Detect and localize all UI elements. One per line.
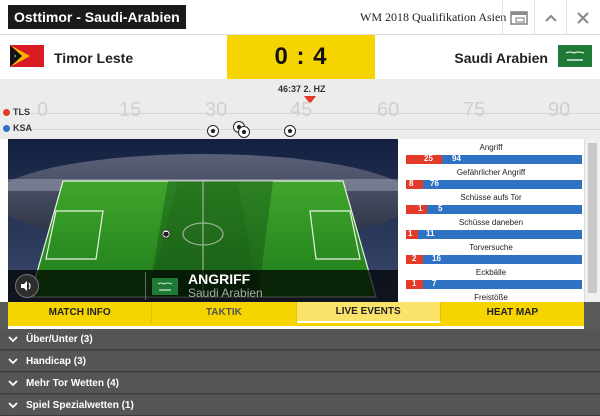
stat-bar: 1 7	[406, 279, 582, 289]
collapse-button[interactable]	[534, 0, 566, 35]
football-icon[interactable]	[284, 125, 296, 137]
away-code-text: KSA	[13, 123, 33, 133]
home-code-label: TLS	[3, 107, 30, 117]
market-label: Spiel Spezialwetten (1)	[26, 399, 134, 411]
home-team-name: Timor Leste	[54, 50, 134, 66]
football-icon[interactable]	[238, 126, 250, 138]
stat-label: Eckbälle	[475, 268, 507, 277]
match-widget: Osttimor - Saudi-Arabien WM 2018 Qualifi…	[0, 0, 600, 416]
away-code-label: KSA	[3, 123, 32, 133]
competition-name: WM 2018 Qualifikation Asien	[360, 10, 507, 24]
chevron-down-icon	[0, 401, 26, 409]
match-timeline: 46:37 2. HZ 0 15 30 45 60 75 90 TLS KSA	[0, 79, 600, 139]
stat-away-value: 7	[432, 279, 437, 288]
stat-home-segment	[406, 205, 427, 214]
saudi-arabia-flag-icon	[558, 45, 592, 67]
layout-toggle-button[interactable]	[502, 0, 534, 35]
market-label: Mehr Tor Wetten (4)	[26, 377, 119, 389]
scrollbar-thumb[interactable]	[588, 143, 597, 293]
stat-home-value: 1	[408, 229, 413, 238]
tabs-right-gutter	[584, 302, 600, 329]
tab-live-events[interactable]: LIVE EVENTS	[296, 302, 441, 323]
tab-match-info[interactable]: MATCH INFO	[8, 302, 153, 323]
view-tabs: MATCH INFO TAKTIK LIVE EVENTS HEAT MAP	[8, 302, 584, 326]
saudi-arabia-flag-icon	[152, 278, 178, 295]
away-track-line	[30, 129, 600, 130]
stat-away-value: 11	[426, 229, 435, 238]
stat-home-value: 25	[424, 154, 433, 163]
home-dot-icon	[3, 108, 10, 116]
stats-panel: Angriff 25 94 Gefährlicher Angriff 8 76 …	[398, 139, 584, 302]
stat-away-value: 76	[430, 179, 439, 188]
market-row-handicap[interactable]: Handicap (3)	[0, 351, 600, 372]
score-row: Timor Leste 0 : 4 Saudi Arabien	[0, 35, 600, 79]
home-code-text: TLS	[13, 107, 30, 117]
betting-markets-list: Über/Unter (3) Handicap (3) Mehr Tor Wet…	[0, 329, 600, 416]
scoreboard: 0 : 4	[227, 35, 375, 79]
stat-home-value: 8	[409, 179, 414, 188]
timeline-tick: 60	[377, 99, 400, 121]
chevron-up-icon	[544, 14, 557, 22]
stat-label: Freistöße	[474, 293, 508, 302]
stat-bar: 1 11	[406, 229, 582, 239]
live-action-team: Saudi Arabien	[188, 286, 263, 300]
market-row-specials[interactable]: Spiel Spezialwetten (1)	[0, 395, 600, 416]
window-icon	[509, 10, 528, 25]
sound-toggle-button[interactable]	[15, 274, 39, 298]
away-team-name: Saudi Arabien	[454, 50, 548, 66]
stat-away-value: 16	[432, 254, 441, 263]
stat-label: Schüsse aufs Tor	[460, 193, 522, 202]
timeline-tick: 15	[119, 99, 142, 121]
market-label: Handicap (3)	[26, 355, 87, 367]
stat-bar: 25 94	[406, 154, 582, 164]
stat-label: Schüsse daneben	[458, 218, 524, 227]
live-action-banner: ANGRIFF Saudi Arabien	[8, 270, 398, 302]
match-clock: 46:37 2. HZ	[278, 84, 326, 94]
chevron-down-icon	[0, 357, 26, 365]
football-icon[interactable]	[207, 125, 219, 137]
stat-home-value: 1	[418, 204, 423, 213]
speaker-icon	[21, 281, 31, 291]
home-track-line	[30, 113, 600, 114]
stat-label: Torversuche	[469, 243, 513, 252]
match-title: Osttimor - Saudi-Arabien	[8, 5, 186, 29]
timeline-tick: 45	[290, 99, 313, 121]
stat-away-value: 94	[452, 154, 461, 163]
live-action-type: ANGRIFF	[188, 271, 251, 287]
stat-home-value: 2	[412, 254, 417, 263]
stat-label: Angriff	[479, 143, 503, 152]
close-button[interactable]	[566, 0, 598, 35]
tabs-left-gutter	[0, 302, 8, 329]
stat-label: Gefährlicher Angriff	[456, 168, 526, 177]
timeline-tick: 75	[463, 99, 486, 121]
tab-heat-map[interactable]: HEAT MAP	[441, 302, 584, 323]
chevron-down-icon	[0, 335, 26, 343]
tab-taktik[interactable]: TAKTIK	[152, 302, 297, 323]
market-row-more-goals[interactable]: Mehr Tor Wetten (4)	[0, 373, 600, 394]
timeline-tick: 0	[37, 99, 49, 121]
away-dot-icon	[3, 124, 10, 132]
market-label: Über/Unter (3)	[26, 333, 93, 345]
stat-home-value: 1	[412, 279, 417, 288]
header-bar: Osttimor - Saudi-Arabien WM 2018 Qualifi…	[0, 0, 600, 35]
stat-bar: 2 16	[406, 254, 582, 264]
chevron-down-icon	[0, 379, 26, 387]
timor-leste-flag-icon	[10, 45, 44, 67]
pitch-visualization: ANGRIFF Saudi Arabien	[8, 139, 398, 302]
market-row-over-under[interactable]: Über/Unter (3)	[0, 329, 600, 350]
stat-away-value: 5	[438, 204, 443, 213]
stat-bar: 8 76	[406, 179, 582, 189]
timeline-tick: 30	[205, 99, 228, 121]
banner-divider	[145, 272, 146, 300]
timeline-tick: 90	[548, 99, 571, 121]
stat-bar: 1 5	[406, 204, 582, 214]
close-icon	[576, 11, 589, 24]
stats-scrollbar[interactable]	[584, 139, 600, 302]
